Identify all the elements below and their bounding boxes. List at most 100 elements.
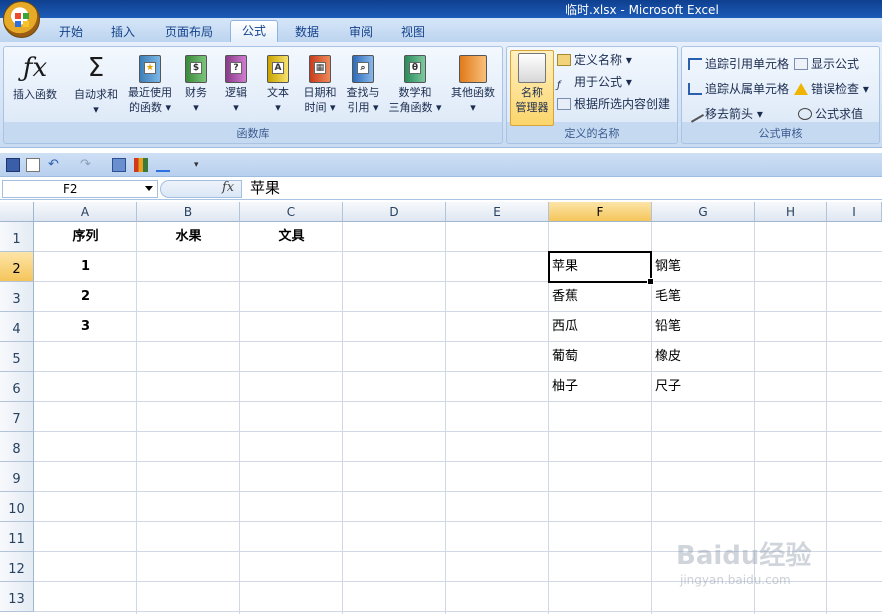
- evaluate-formula-button[interactable]: 公式求值: [798, 105, 863, 123]
- cell-F6[interactable]: 柚子: [552, 372, 578, 402]
- cell-B1[interactable]: 水果: [137, 222, 240, 252]
- cell-G4[interactable]: 铅笔: [655, 312, 681, 342]
- cell-A2[interactable]: 1: [34, 252, 137, 282]
- grid-small-icon: [557, 98, 571, 110]
- row-header-4[interactable]: 4: [0, 312, 34, 342]
- name-box-dropdown-icon[interactable]: [145, 186, 153, 191]
- trace-precedents-button[interactable]: 追踪引用单元格: [688, 55, 789, 73]
- cell-F5[interactable]: 葡萄: [552, 342, 578, 372]
- ribbon-tabs: 开始 插入 页面布局 公式 数据 审阅 视图: [0, 18, 882, 43]
- error-checking-button[interactable]: 错误检查 ▾: [794, 80, 869, 98]
- active-cell-selection[interactable]: [548, 251, 654, 285]
- row-header-10[interactable]: 10: [0, 492, 34, 522]
- define-name-button[interactable]: 定义名称 ▾: [557, 51, 632, 69]
- math-trig-button[interactable]: θ 数学和 三角函数 ▾: [386, 51, 444, 115]
- column-gridline: [445, 222, 446, 614]
- star-book-icon: ★: [139, 55, 161, 83]
- trace-dependents-button[interactable]: 追踪从属单元格: [688, 80, 789, 98]
- row-header-3[interactable]: 3: [0, 282, 34, 312]
- row-header-8[interactable]: 8: [0, 432, 34, 462]
- cell-A3[interactable]: 2: [34, 282, 137, 312]
- tab-insert[interactable]: 插入: [104, 22, 142, 42]
- tab-view[interactable]: 视图: [394, 22, 432, 42]
- cell-G6[interactable]: 尺子: [655, 372, 681, 402]
- undo-icon[interactable]: ↶: [48, 158, 62, 172]
- defined-names-group: 名称 管理器 定义名称 ▾ ƒ 用于公式 ▾ 根据所选内容创建 定义的名称: [506, 46, 678, 144]
- tag-icon: [557, 54, 571, 66]
- column-header-A[interactable]: A: [34, 202, 137, 222]
- logical-button[interactable]: ? 逻辑 ▾: [218, 51, 254, 115]
- defined-names-label: 定义的名称: [564, 127, 620, 140]
- column-header-D[interactable]: D: [343, 202, 446, 222]
- name-box[interactable]: F2: [2, 180, 158, 198]
- financial-button[interactable]: $ 财务 ▾: [178, 51, 214, 115]
- column-header-H[interactable]: H: [755, 202, 827, 222]
- row-header-12[interactable]: 12: [0, 552, 34, 582]
- save-icon[interactable]: [6, 158, 20, 172]
- tab-review[interactable]: 审阅: [342, 22, 380, 42]
- tab-page-layout[interactable]: 页面布局: [158, 22, 220, 42]
- theta-book-icon: θ: [404, 55, 426, 83]
- ribbon: ƒx 插入函数 Σ 自动求和 ▾ ★ 最近使用 的函数 ▾ $ 财务 ▾ ? 逻辑 ▾ …: [0, 42, 882, 148]
- insert-function-fx-icon[interactable]: fx: [222, 180, 234, 195]
- cell-G2[interactable]: 钢笔: [655, 252, 681, 282]
- new-document-icon[interactable]: [26, 158, 40, 172]
- column-header-F[interactable]: F: [549, 202, 652, 222]
- redo-icon[interactable]: ↷: [80, 158, 94, 172]
- format-painter-icon[interactable]: [156, 158, 170, 172]
- column-gridline: [239, 222, 240, 614]
- row-header-9[interactable]: 9: [0, 462, 34, 492]
- financial-book-icon: $: [185, 55, 207, 83]
- name-manager-button[interactable]: 名称 管理器: [510, 50, 554, 126]
- cell-C1[interactable]: 文具: [240, 222, 343, 252]
- column-gridline: [826, 222, 827, 614]
- sigma-icon: Σ: [87, 53, 105, 83]
- row-header-1[interactable]: 1: [0, 222, 34, 252]
- formula-input[interactable]: 苹果: [250, 179, 280, 198]
- cell-A1[interactable]: 序列: [34, 222, 137, 252]
- use-in-formula-button[interactable]: ƒ 用于公式 ▾: [557, 73, 632, 91]
- column-header-E[interactable]: E: [446, 202, 549, 222]
- text-button[interactable]: A 文本 ▾: [260, 51, 296, 115]
- row-header-2[interactable]: 2: [0, 252, 34, 282]
- recent-functions-button[interactable]: ★ 最近使用 的函数 ▾: [124, 51, 176, 115]
- cell-F4[interactable]: 西瓜: [552, 312, 578, 342]
- column-header-B[interactable]: B: [137, 202, 240, 222]
- insert-function-button[interactable]: ƒx 插入函数: [8, 51, 62, 102]
- row-header-5[interactable]: 5: [0, 342, 34, 372]
- baidu-watermark-logo: Baidu经验: [676, 541, 812, 571]
- row-header-6[interactable]: 6: [0, 372, 34, 402]
- tab-formulas[interactable]: 公式: [230, 20, 278, 43]
- customize-qat-icon[interactable]: ▾: [194, 158, 208, 172]
- cell-F3[interactable]: 香蕉: [552, 282, 578, 312]
- show-formulas-button[interactable]: 显示公式: [794, 55, 859, 73]
- tab-data[interactable]: 数据: [288, 22, 326, 42]
- trace-dependents-icon: [688, 83, 702, 95]
- datetime-button[interactable]: ▦ 日期和 时间 ▾: [300, 51, 340, 115]
- remove-arrows-button[interactable]: 移去箭头 ▾: [685, 105, 763, 123]
- autosum-button[interactable]: Σ 自动求和 ▾: [68, 51, 124, 117]
- column-header-I[interactable]: I: [827, 202, 882, 222]
- more-functions-button[interactable]: 其他函数 ▾: [446, 51, 500, 115]
- cell-G5[interactable]: 橡皮: [655, 342, 681, 372]
- formula-auditing-group: 追踪引用单元格 显示公式 追踪从属单元格 错误检查 ▾ 移去箭头 ▾ 公式求值 …: [681, 46, 880, 144]
- tab-home[interactable]: 开始: [52, 22, 90, 42]
- create-from-selection-button[interactable]: 根据所选内容创建: [557, 95, 670, 113]
- fx-icon: ƒx: [22, 53, 48, 83]
- warning-icon: [794, 83, 808, 95]
- row-header-13[interactable]: 13: [0, 582, 34, 612]
- row-header-11[interactable]: 11: [0, 522, 34, 552]
- function-library-label: 函数库: [236, 127, 270, 140]
- row-header-7[interactable]: 7: [0, 402, 34, 432]
- cell-A4[interactable]: 3: [34, 312, 137, 342]
- chart-icon[interactable]: [134, 158, 148, 172]
- column-header-C[interactable]: C: [240, 202, 343, 222]
- eraser-arrow-icon: [685, 105, 705, 123]
- lookup-reference-button[interactable]: ⌕ 查找与 引用 ▾: [342, 51, 384, 115]
- column-header-G[interactable]: G: [652, 202, 755, 222]
- cell-G3[interactable]: 毛笔: [655, 282, 681, 312]
- print-preview-icon[interactable]: [112, 158, 126, 172]
- trace-arrow-icon: [688, 58, 702, 70]
- office-button[interactable]: [3, 1, 40, 38]
- select-all-corner[interactable]: [0, 202, 34, 222]
